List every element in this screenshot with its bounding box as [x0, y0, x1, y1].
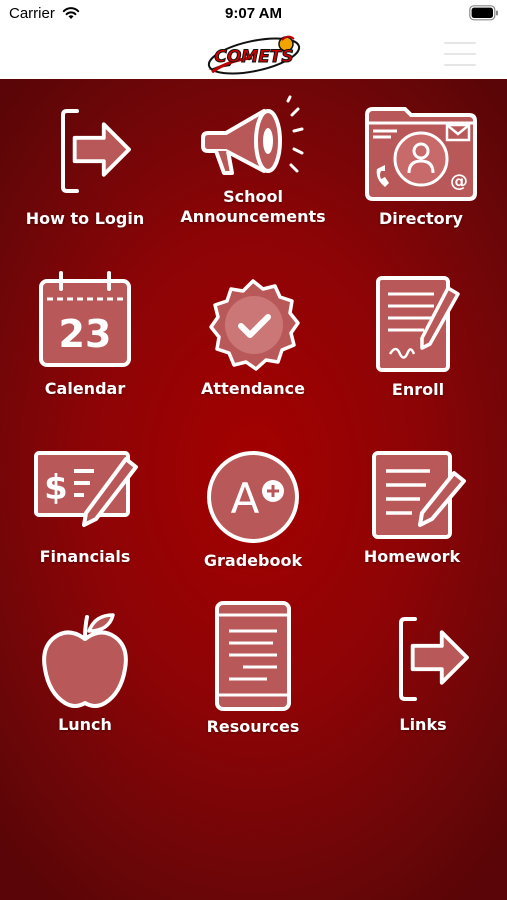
tile-label: Calendar	[44, 379, 126, 398]
tile-gradebook[interactable]: A Gradebook	[178, 449, 328, 571]
tile-calendar[interactable]: 23 Calendar	[10, 271, 160, 399]
tile-label-line1: School	[223, 187, 283, 206]
tile-school-announcements[interactable]: School Announcements	[178, 95, 328, 227]
tile-lunch[interactable]: Lunch	[10, 609, 160, 735]
svg-text:$: $	[44, 468, 68, 508]
tile-enroll[interactable]: Enroll	[343, 274, 493, 400]
tile-directory[interactable]: @ Directory	[346, 101, 496, 229]
tile-homework[interactable]: Homework	[337, 447, 487, 567]
tablet-document-icon	[215, 601, 291, 711]
megaphone-icon	[201, 95, 304, 175]
app-header: COMETS	[0, 30, 507, 79]
tile-label: School Announcements	[178, 187, 328, 227]
tile-resources[interactable]: Resources	[178, 601, 328, 737]
comets-logo: COMETS	[207, 35, 301, 75]
tile-label: Attendance	[201, 379, 305, 398]
tile-label: Directory	[379, 209, 463, 228]
tile-how-to-login[interactable]: How to Login	[10, 101, 160, 229]
tile-links[interactable]: Links	[348, 609, 498, 735]
login-arrow-icon	[61, 109, 131, 193]
checkmark-badge-icon	[209, 279, 300, 371]
tile-label: Gradebook	[203, 551, 303, 570]
notepad-pencil-icon	[372, 451, 466, 539]
calendar-icon: 23	[39, 271, 131, 367]
battery-icon	[469, 5, 498, 21]
status-bar: Carrier 9:07 AM	[0, 0, 507, 30]
menu-button[interactable]	[444, 42, 476, 68]
menu-bar-icon	[444, 53, 476, 55]
svg-text:23: 23	[59, 312, 112, 356]
tile-label: Resources	[206, 717, 300, 736]
apple-icon	[42, 613, 128, 708]
svg-text:@: @	[450, 171, 468, 192]
tile-label: How to Login	[25, 209, 145, 228]
contact-card-icon: @	[365, 107, 477, 201]
signature-document-icon	[376, 276, 460, 372]
links-arrow-icon	[399, 617, 469, 701]
tile-label: Enroll	[391, 380, 445, 399]
tile-label: Lunch	[58, 715, 112, 734]
grade-a-plus-icon: A	[207, 451, 299, 543]
menu-bar-icon	[444, 42, 476, 44]
tile-label: Financials	[39, 547, 131, 566]
status-time: 9:07 AM	[225, 5, 282, 22]
svg-text:A: A	[231, 474, 260, 523]
svg-text:COMETS: COMETS	[214, 47, 293, 67]
tile-label: Homework	[363, 547, 461, 566]
check-pen-icon: $	[34, 451, 138, 527]
tile-financials[interactable]: $ Financials	[10, 447, 160, 567]
tile-label-line2: Announcements	[180, 207, 326, 226]
tile-attendance[interactable]: Attendance	[178, 275, 328, 399]
dashboard-grid: How to Login School Announcements @ Dire…	[0, 79, 507, 900]
tile-label: Links	[399, 715, 447, 734]
menu-bar-icon	[444, 64, 476, 66]
